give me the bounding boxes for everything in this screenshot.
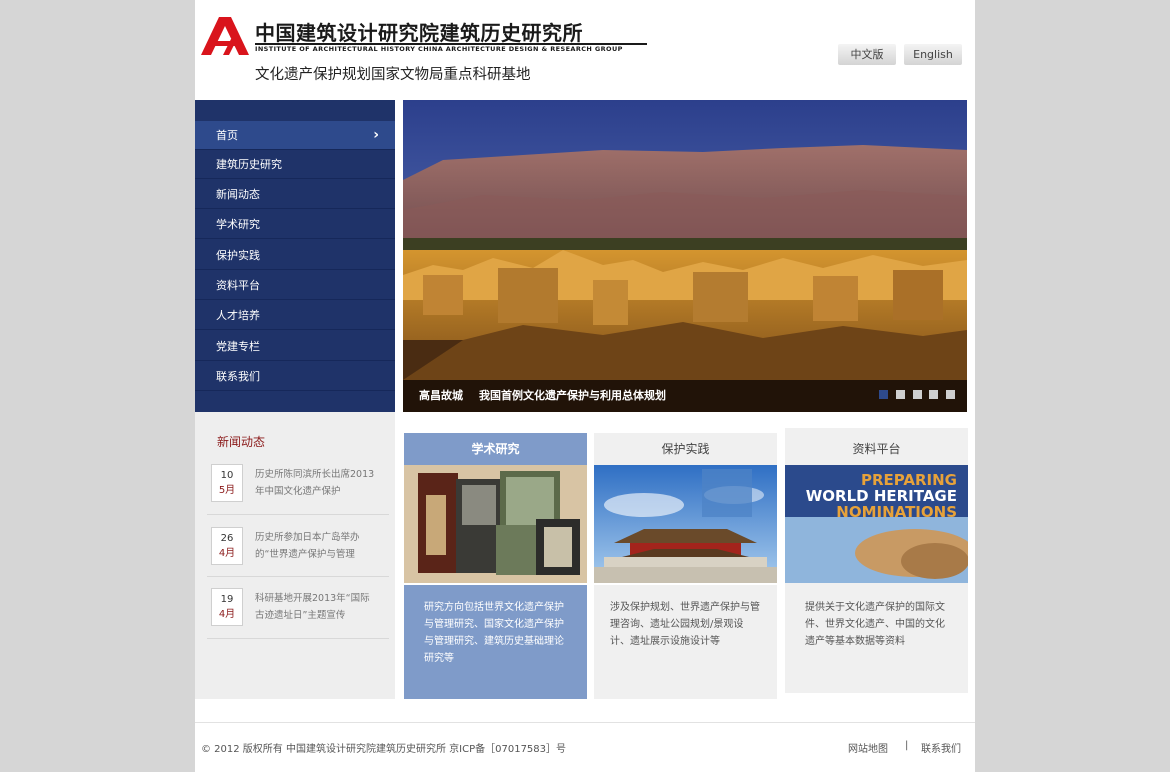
nav-item-label: 建筑历史研究 [216, 158, 282, 171]
language-english-button[interactable]: English [904, 44, 962, 65]
news-date-month: 5月 [218, 485, 236, 496]
column-resources-title[interactable]: 资料平台 [785, 428, 968, 465]
column-resources-text: 提供关于文化遗产保护的国际文件、世界文化遗产、中国的文化遗产等基本数据等资料 [785, 583, 968, 693]
logo-english-name: INSTITUTE OF ARCHITECTURAL HISTORY CHINA… [255, 45, 623, 53]
nav-item-party[interactable]: 党建专栏 [195, 332, 395, 361]
slide-image [403, 100, 967, 412]
column-resources-image[interactable]: PREPARING WORLD HERITAGE NOMINATIONS [785, 465, 968, 583]
nav-item-home[interactable]: 首页 › [195, 121, 395, 150]
slide-dot-4[interactable] [929, 390, 938, 399]
news-headline[interactable]: 历史所参加日本广岛举办的“世界遗产保护与管理 [255, 529, 379, 563]
page: 中国建筑设计研究院建筑历史研究所 INSTITUTE OF ARCHITECTU… [195, 0, 975, 772]
nav-item-label: 人才培养 [216, 309, 260, 322]
nav-item-label: 学术研究 [216, 218, 260, 231]
footer-contact-link[interactable]: 联系我们 [921, 740, 961, 755]
news-item[interactable]: 10 5月 历史所陈同滨所长出席2013年中国文化遗产保护 [207, 454, 389, 515]
nav-item-label: 首页 [216, 129, 238, 142]
hero-slider[interactable]: 高昌故城 我国首例文化遗产保护与利用总体规划 [403, 100, 967, 412]
column-practice-title[interactable]: 保护实践 [594, 433, 777, 465]
institute-logo-icon[interactable] [201, 17, 249, 55]
logo-chinese-name: 中国建筑设计研究院建筑历史研究所 [255, 21, 583, 45]
chevron-right-icon: › [373, 127, 379, 143]
language-chinese-button[interactable]: 中文版 [838, 44, 896, 65]
news-date-month: 4月 [218, 609, 236, 620]
news-date-day: 19 [220, 594, 234, 605]
nav-item-academic[interactable]: 学术研究 [195, 210, 395, 239]
nav-item-label: 资料平台 [216, 279, 260, 292]
news-panel: 新闻动态 10 5月 历史所陈同滨所长出席2013年中国文化遗产保护 26 4月… [195, 412, 395, 699]
nav-item-news[interactable]: 新闻动态 [195, 180, 395, 209]
news-headline[interactable]: 科研基地开展2013年“国际古迹遗址日”主题宣传 [255, 590, 379, 624]
column-practice-image[interactable] [594, 465, 777, 583]
slide-dot-3[interactable] [913, 390, 922, 399]
nav-item-resources[interactable]: 资料平台 [195, 271, 395, 300]
footer-separator: | [905, 740, 909, 751]
footer-divider [195, 722, 975, 723]
world-heritage-cover-image: PREPARING WORLD HERITAGE NOMINATIONS [785, 465, 968, 583]
news-date: 26 4月 [211, 527, 243, 565]
slide-dot-1[interactable] [879, 390, 888, 399]
books-image [404, 465, 587, 583]
news-panel-title[interactable]: 新闻动态 [217, 433, 265, 450]
footer-copyright: © 2012 版权所有 中国建筑设计研究院建筑历史研究所 京ICP备［07017… [201, 744, 567, 755]
nav-item-label: 党建专栏 [216, 340, 260, 353]
news-date-day: 10 [220, 470, 234, 481]
news-date: 10 5月 [211, 464, 243, 502]
slide-dot-5[interactable] [946, 390, 955, 399]
nav-item-contact[interactable]: 联系我们 [195, 362, 395, 391]
nav-item-architecture-history[interactable]: 建筑历史研究 [195, 150, 395, 179]
slide-dot-2[interactable] [896, 390, 905, 399]
sidebar-nav: 首页 › 建筑历史研究 新闻动态 学术研究 保护实践 资料平台 人才培养 党建专… [195, 100, 395, 412]
footer-sitemap-link[interactable]: 网站地图 [848, 740, 888, 755]
nav-item-label: 新闻动态 [216, 188, 260, 201]
news-date-day: 26 [220, 533, 234, 544]
slide-caption-subtitle[interactable]: 我国首例文化遗产保护与利用总体规划 [479, 380, 666, 412]
cover-line-3: NOMINATIONS [836, 503, 957, 521]
nav-item-talent[interactable]: 人才培养 [195, 301, 395, 330]
slide-caption-title: 高昌故城 [419, 389, 463, 402]
column-academic-text: 研究方向包括世界文化遗产保护与管理研究、国家文化遗产保护与管理研究、建筑历史基础… [404, 585, 587, 699]
column-practice-text: 涉及保护规划、世界遗产保护与管理咨询、遗址公园规划/景观设计、遗址展示设施设计等 [594, 585, 777, 699]
news-date: 19 4月 [211, 588, 243, 626]
site-tagline: 文化遗产保护规划国家文物局重点科研基地 [255, 67, 531, 83]
nav-item-practice[interactable]: 保护实践 [195, 241, 395, 270]
news-headline[interactable]: 历史所陈同滨所长出席2013年中国文化遗产保护 [255, 466, 379, 500]
news-date-month: 4月 [218, 548, 236, 559]
news-item[interactable]: 26 4月 历史所参加日本广岛举办的“世界遗产保护与管理 [207, 516, 389, 577]
column-academic-title[interactable]: 学术研究 [404, 433, 587, 465]
news-item[interactable]: 19 4月 科研基地开展2013年“国际古迹遗址日”主题宣传 [207, 578, 389, 639]
nav-item-label: 保护实践 [216, 249, 260, 262]
column-academic-image[interactable] [404, 465, 587, 583]
nav-item-label: 联系我们 [216, 370, 260, 383]
palace-image [594, 465, 777, 583]
